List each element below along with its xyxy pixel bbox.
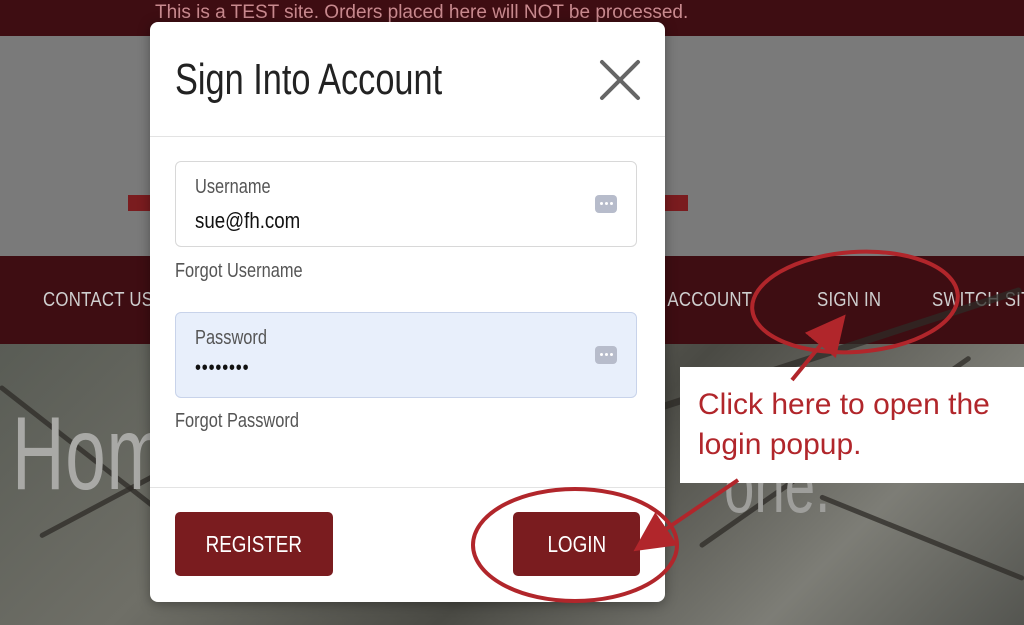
password-input[interactable]: •••••••• xyxy=(195,357,249,380)
register-button-label: REGISTER xyxy=(205,531,303,557)
forgot-password-link[interactable]: Forgot Password xyxy=(175,410,299,433)
password-field[interactable]: Password •••••••• xyxy=(175,312,637,398)
register-button[interactable]: REGISTER xyxy=(175,512,333,576)
banner-text: This is a TEST site. Orders placed here … xyxy=(155,2,689,23)
modal-footer xyxy=(150,487,665,488)
nav-item-sign-in[interactable]: SIGN IN xyxy=(817,256,881,344)
sign-in-modal: Sign Into Account Username sue@fh.com Fo… xyxy=(150,22,665,602)
login-button[interactable]: LOGIN xyxy=(513,512,640,576)
username-field[interactable]: Username sue@fh.com xyxy=(175,161,637,247)
nav-item-contact-us[interactable]: CONTACT US xyxy=(43,256,153,344)
hero-title: Hom xyxy=(12,396,168,512)
login-button-label: LOGIN xyxy=(547,531,606,557)
username-input[interactable]: sue@fh.com xyxy=(195,208,300,234)
password-label: Password xyxy=(195,327,268,349)
modal-header: Sign Into Account xyxy=(150,22,665,137)
password-manager-icon[interactable] xyxy=(595,346,617,364)
password-manager-icon[interactable] xyxy=(595,195,617,213)
forgot-username-link[interactable]: Forgot Username xyxy=(175,260,303,283)
annotation-callout: Click here to open the login popup. xyxy=(680,367,1024,483)
username-label: Username xyxy=(195,176,271,198)
close-icon[interactable] xyxy=(598,58,642,102)
modal-title: Sign Into Account xyxy=(175,55,443,104)
annotation-callout-text: Click here to open the login popup. xyxy=(698,388,990,461)
